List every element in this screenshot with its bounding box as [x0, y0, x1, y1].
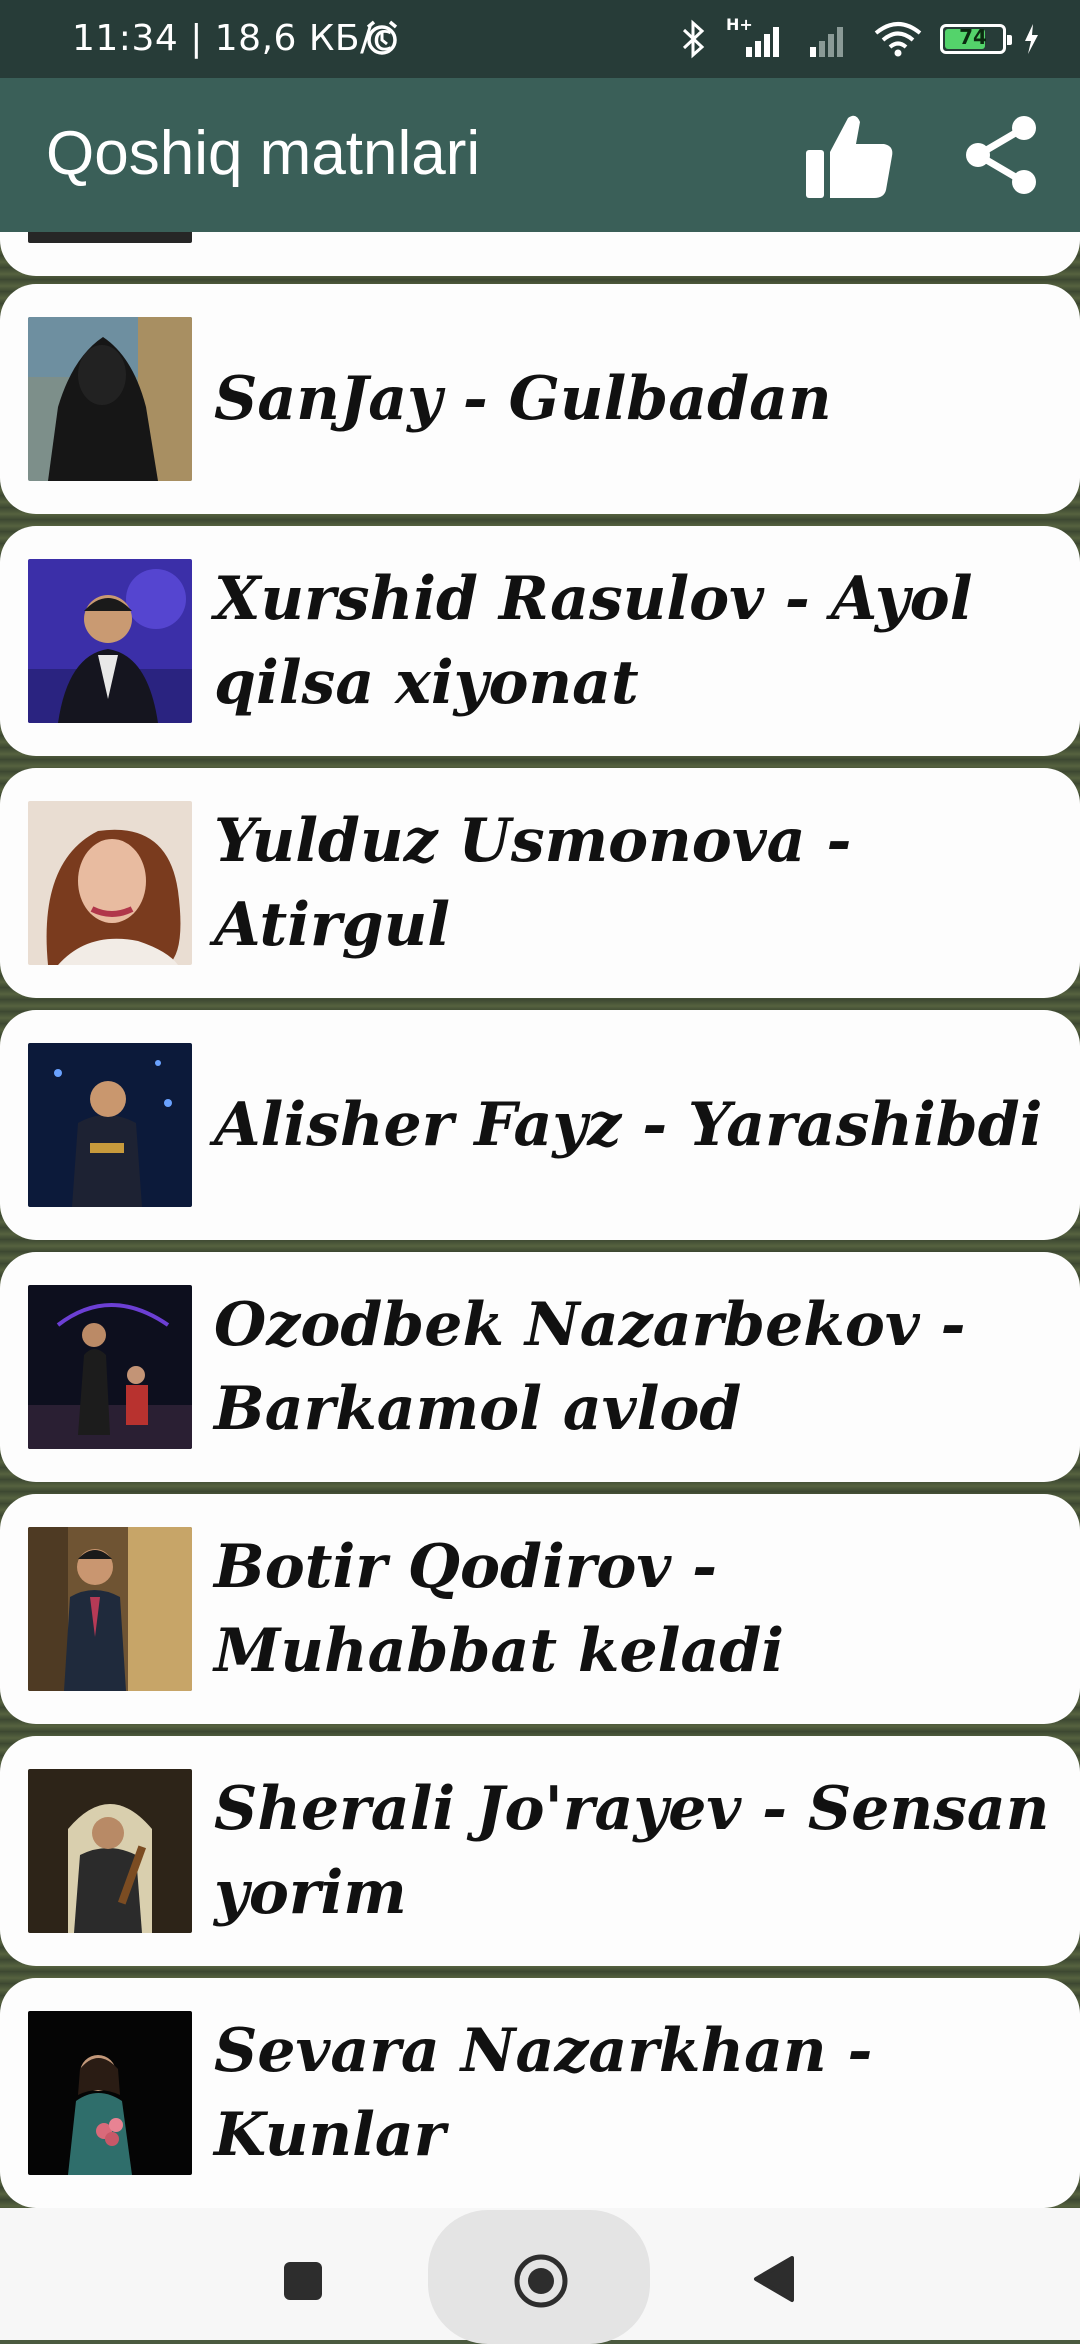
song-thumbnail — [28, 1769, 192, 1933]
song-thumbnail — [28, 232, 192, 243]
circle-home-icon[interactable] — [512, 2252, 570, 2310]
list-item[interactable]: SanJay - Gulbadan — [0, 284, 1080, 514]
list-item[interactable]: Xurshid Rasulov - Ayol qilsa xiyonat — [0, 526, 1080, 756]
list-item[interactable]: Botir Qodirov - Muhabbat keladi — [0, 1494, 1080, 1724]
battery-level-text: 74 — [959, 25, 987, 49]
song-list[interactable]: SanJay - Gulbadan Xurshid Rasulov - Ayol… — [0, 232, 1080, 2208]
status-bar: 11:34 | 18,6 КБ/с H+ 74 — [0, 0, 1080, 78]
alarm-icon — [366, 20, 398, 55]
list-item[interactable]: Sevara Nazarkhan - Kunlar — [0, 1978, 1080, 2208]
song-title: Yulduz Usmonova - Atirgul — [214, 806, 852, 960]
list-item[interactable]: Sherali Jo'rayev - Sensan yorim — [0, 1736, 1080, 1966]
song-thumbnail — [28, 1285, 192, 1449]
song-title — [214, 232, 1050, 276]
song-title: Alisher Fayz - Yarashibdi — [214, 1090, 1043, 1160]
app-bar: Qoshiq matnlari — [0, 78, 1080, 232]
song-thumbnail — [28, 2011, 192, 2175]
navigation-bar — [0, 2208, 1080, 2344]
signal-strength-2-icon — [810, 27, 843, 57]
list-item[interactable]: Ozodbek Nazarbekov - Barkamol avlod — [0, 1252, 1080, 1482]
signal-strength-1: H+ — [724, 15, 788, 59]
list-item[interactable] — [0, 232, 1080, 276]
battery-indicator: 74 — [940, 24, 1012, 54]
charging-bolt-icon — [1025, 24, 1038, 54]
app-title: Qoshiq matnlari — [46, 119, 481, 188]
square-recents-icon[interactable] — [284, 2262, 322, 2300]
network-type-label: H+ — [726, 15, 753, 34]
bluetooth-icon — [682, 19, 705, 59]
song-title: Xurshid Rasulov - Ayol qilsa xiyonat — [214, 564, 973, 718]
share-icon[interactable] — [960, 112, 1046, 198]
song-thumbnail — [28, 1527, 192, 1691]
status-icons: H+ 74 — [680, 14, 1040, 64]
triangle-back-icon[interactable] — [752, 2254, 796, 2304]
song-thumbnail — [28, 1043, 192, 1207]
song-thumbnail — [28, 317, 192, 481]
song-title: SanJay - Gulbadan — [214, 364, 832, 434]
song-title: Sherali Jo'rayev - Sensan yorim — [214, 1774, 1050, 1928]
list-item[interactable]: Alisher Fayz - Yarashibdi — [0, 1010, 1080, 1240]
song-thumbnail — [28, 801, 192, 965]
song-title: Sevara Nazarkhan - Kunlar — [214, 2016, 873, 2170]
list-item[interactable]: Yulduz Usmonova - Atirgul — [0, 768, 1080, 998]
thumbs-up-icon[interactable] — [800, 108, 898, 204]
wifi-icon — [874, 22, 922, 57]
song-title: Botir Qodirov - Muhabbat keladi — [214, 1532, 785, 1686]
status-time-and-speed: 11:34 | 18,6 КБ/с — [72, 18, 394, 59]
song-title: Ozodbek Nazarbekov - Barkamol avlod — [214, 1290, 966, 1444]
song-thumbnail — [28, 559, 192, 723]
